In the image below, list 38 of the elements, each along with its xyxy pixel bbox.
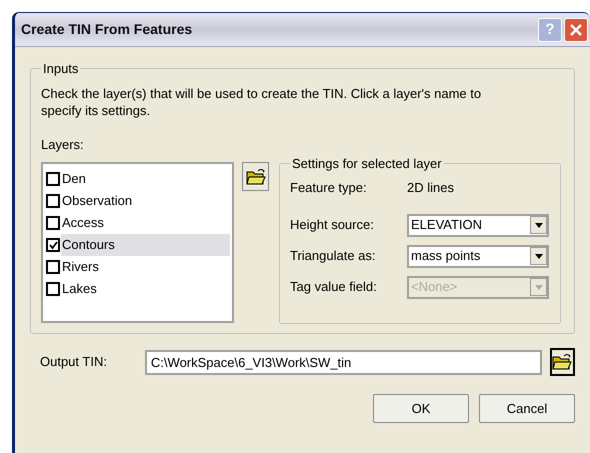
folder-icon [552, 353, 572, 371]
caret-icon [534, 222, 542, 228]
layer-item[interactable]: Den [61, 168, 230, 190]
layer-checkbox[interactable] [46, 260, 60, 274]
browse-button[interactable] [550, 348, 575, 376]
layer-item[interactable]: Rivers [61, 256, 230, 278]
layer-checkbox[interactable] [46, 282, 60, 296]
browse-button[interactable] [242, 162, 269, 191]
caret-icon [534, 284, 542, 290]
cancel-button[interactable]: Cancel [479, 394, 575, 423]
close-icon [570, 24, 582, 36]
layers-label: Layers: [41, 136, 85, 154]
layer-checkbox[interactable] [46, 216, 60, 230]
layer-item[interactable]: Lakes [61, 278, 230, 300]
field-label: Tag value field: [290, 278, 378, 296]
feature-type-value: 2D lines [407, 178, 454, 197]
output-label: Output TIN: [40, 353, 108, 372]
group-legend: Inputs [41, 59, 80, 78]
output-field[interactable]: C:\WorkSpace\6_VI3\Work\SW_tin [144, 350, 542, 374]
field-label: Feature type: [290, 178, 368, 197]
layer-item[interactable]: Access [61, 212, 230, 234]
field-label: Triangulate as: [290, 247, 377, 266]
close-button[interactable] [564, 18, 588, 42]
dropdown[interactable]: ELEVATION [407, 214, 549, 236]
field-label: Height source: [290, 216, 375, 234]
check-icon [48, 240, 58, 250]
instructions-text: Check the layer(s) that will be used to create the TIN. Click a layer's name to specify its settings. [41, 84, 482, 118]
folder-icon [246, 168, 266, 186]
group-legend: Settings for selected layer [290, 154, 444, 174]
window-title: Create TIN From Features [21, 20, 192, 39]
layer-checkbox[interactable] [46, 172, 60, 186]
layer-checkbox[interactable] [46, 238, 60, 252]
layer-checkbox[interactable] [46, 194, 60, 208]
ok-button[interactable]: OK [373, 394, 469, 423]
dropdown[interactable]: mass points [407, 244, 549, 268]
layer-item[interactable]: Observation [61, 190, 230, 212]
caret-icon [534, 254, 542, 258]
layer-item[interactable]: Contours [61, 234, 230, 256]
